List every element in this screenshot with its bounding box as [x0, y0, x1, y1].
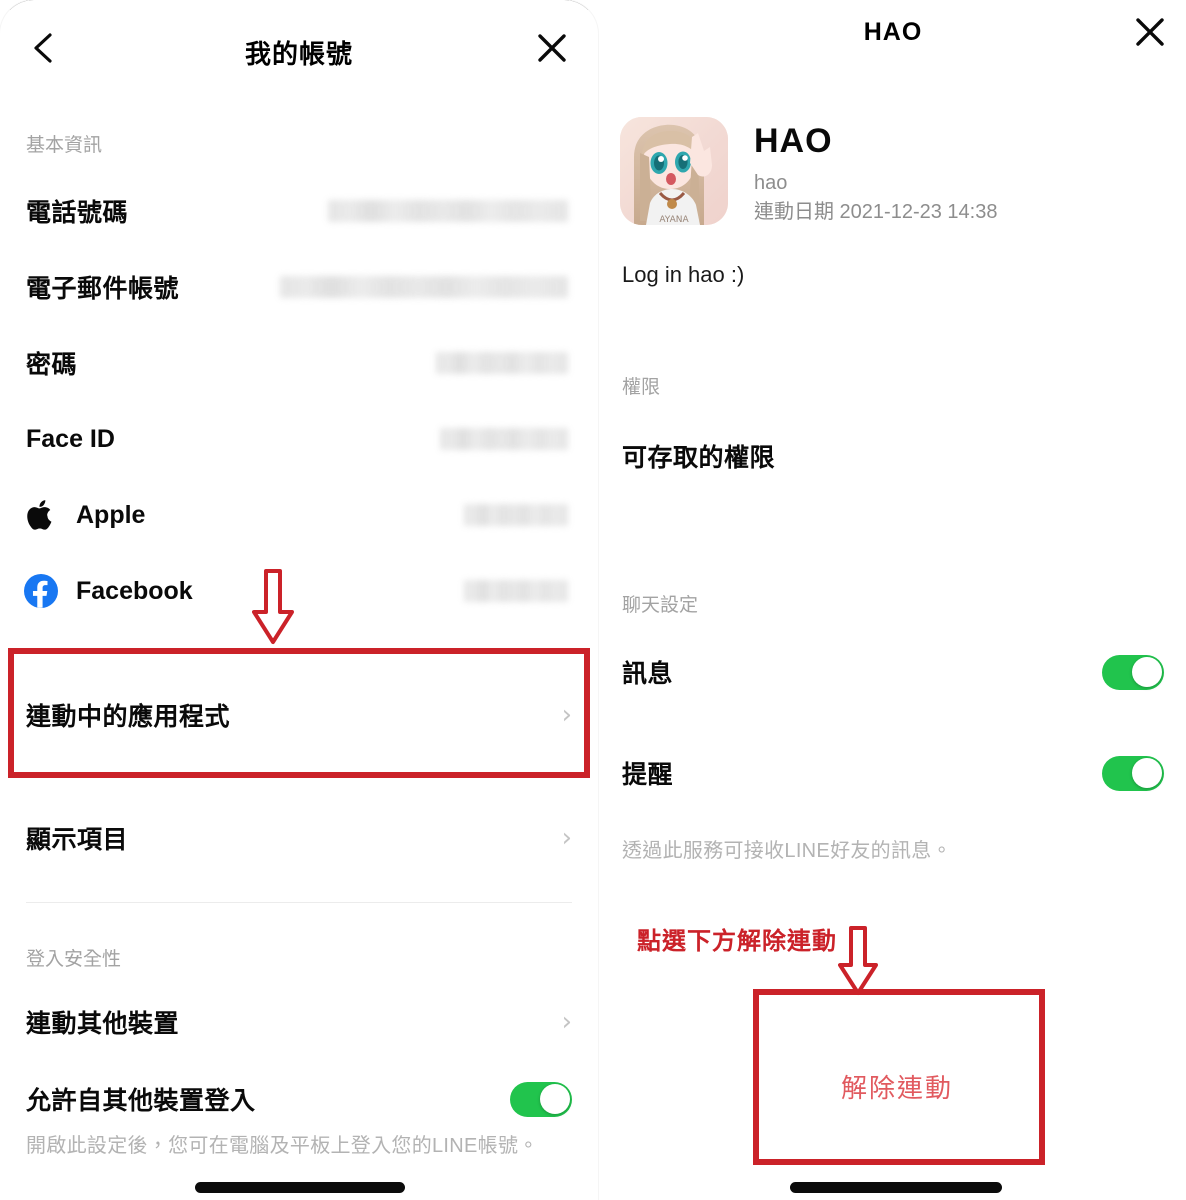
row-label: 連動其他裝置 — [26, 1010, 180, 1038]
svg-text:AYANA: AYANA — [659, 215, 689, 225]
row-email-account[interactable]: 電子郵件帳號 — [26, 269, 572, 305]
apple-icon — [24, 498, 58, 532]
row-allow-login-other-device[interactable]: 允許自其他裝置登入 — [26, 1080, 572, 1118]
row-label: 電子郵件帳號 — [26, 275, 180, 303]
right-phone-screen: HAO AYANA HAO hao 連動日期 2021-12-23 14:38 … — [600, 0, 1186, 1200]
left-phone-screen: 我的帳號 基本資訊 電話號碼 電子郵件帳號 密碼 Face ID Apple F… — [0, 0, 598, 1200]
row-label: 訊息 — [622, 660, 674, 688]
row-label: 可存取的權限 — [622, 444, 776, 472]
avatar: AYANA — [620, 117, 728, 225]
home-indicator — [790, 1182, 1002, 1193]
login-security-section-label: 登入安全性 — [26, 949, 122, 970]
redacted-value — [464, 504, 568, 526]
row-messages[interactable]: 訊息 — [622, 653, 1164, 691]
permissions-section-label: 權限 — [622, 377, 661, 398]
row-reminders[interactable]: 提醒 — [622, 754, 1164, 792]
row-label-text: Apple — [76, 500, 146, 529]
unlink-button[interactable]: 解除連動 — [750, 1068, 1044, 1103]
redacted-value — [328, 200, 568, 222]
profile-handle: hao — [754, 172, 788, 195]
redacted-value — [464, 580, 568, 602]
page-title: 我的帳號 — [244, 39, 353, 69]
home-indicator — [195, 1182, 405, 1193]
redacted-value — [440, 428, 568, 450]
chat-settings-section-label: 聊天設定 — [622, 595, 699, 616]
row-label-with-icon: Facebook — [24, 574, 193, 608]
profile-linked-date: 連動日期 2021-12-23 14:38 — [754, 201, 998, 224]
close-button[interactable] — [1128, 10, 1172, 54]
close-button[interactable] — [530, 26, 574, 70]
app-profile: AYANA HAO hao 連動日期 2021-12-23 14:38 — [620, 117, 1160, 226]
row-label: 提醒 — [622, 761, 674, 789]
row-label: 顯示項目 — [26, 826, 129, 854]
row-label: 連動中的應用程式 — [26, 703, 231, 731]
page-title: HAO — [863, 18, 923, 46]
profile-description: Log in hao :) — [622, 262, 745, 287]
row-password[interactable]: 密碼 — [26, 345, 572, 381]
row-label: 允許自其他裝置登入 — [26, 1087, 256, 1115]
chevron-right-icon: › — [561, 823, 572, 853]
row-linked-applications[interactable]: 連動中的應用程式 › — [26, 697, 572, 733]
profile-name: HAO — [754, 122, 833, 160]
dual-phone-screenshot: 我的帳號 基本資訊 電話號碼 電子郵件帳號 密碼 Face ID Apple F… — [0, 0, 1186, 1200]
row-display-items[interactable]: 顯示項目 › — [26, 820, 572, 856]
redacted-value — [436, 352, 568, 374]
right-navbar: HAO — [600, 0, 1186, 96]
allow-login-help-text: 開啟此設定後，您可在電腦及平板上登入您的LINE帳號。 — [26, 1135, 539, 1157]
row-accessible-permissions[interactable]: 可存取的權限 — [622, 438, 1162, 474]
profile-info: HAO hao 連動日期 2021-12-23 14:38 — [754, 117, 997, 226]
unlink-button-label: 解除連動 — [840, 1073, 953, 1103]
reminders-toggle[interactable] — [1102, 755, 1164, 791]
left-navbar: 我的帳號 — [0, 0, 598, 96]
row-facebook[interactable]: Facebook — [24, 573, 572, 609]
section-divider — [26, 902, 572, 903]
facebook-icon — [24, 574, 58, 608]
row-label-with-icon: Apple — [24, 498, 145, 532]
row-label: 電話號碼 — [26, 199, 129, 227]
allow-login-toggle[interactable] — [510, 1081, 572, 1117]
row-label: Face ID — [26, 424, 115, 453]
messages-toggle[interactable] — [1102, 654, 1164, 690]
row-face-id[interactable]: Face ID — [26, 421, 572, 457]
chevron-right-icon: › — [561, 700, 572, 730]
row-label: 密碼 — [26, 351, 78, 379]
row-label-text: Facebook — [76, 576, 193, 605]
row-apple[interactable]: Apple — [24, 497, 572, 533]
row-link-other-device[interactable]: 連動其他裝置 › — [26, 1004, 572, 1040]
annotation-caption-unlink: 點選下方解除連動 — [637, 928, 837, 955]
chat-help-text: 透過此服務可接收LINE好友的訊息。 — [622, 840, 952, 862]
row-phone-number[interactable]: 電話號碼 — [26, 193, 572, 229]
basic-info-section-label: 基本資訊 — [26, 135, 103, 156]
redacted-value — [280, 276, 568, 298]
chevron-right-icon: › — [561, 1007, 572, 1037]
